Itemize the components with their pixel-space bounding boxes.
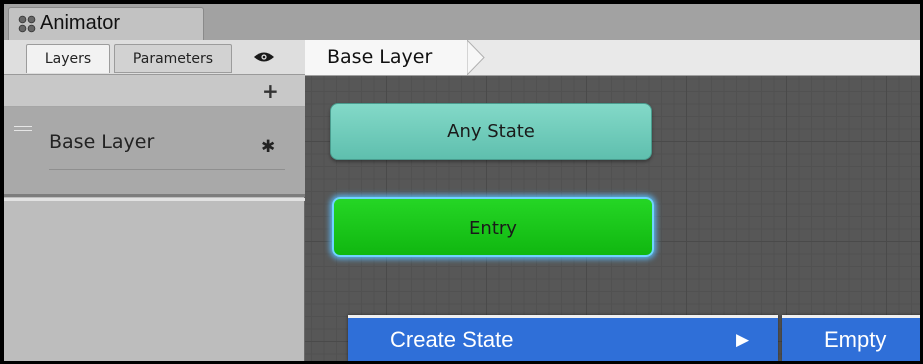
state-node-any-state[interactable]: Any State	[330, 103, 652, 160]
context-submenu: Empty	[782, 315, 920, 361]
breadcrumb-arrow-icon	[467, 40, 485, 75]
context-menu: Create State ▶	[348, 315, 778, 361]
panel-tab-bar: Layers Parameters	[4, 40, 305, 75]
divider	[4, 198, 305, 201]
state-node-entry[interactable]: Entry	[332, 197, 654, 257]
animator-icon	[18, 15, 36, 33]
state-machine-graph[interactable]: Base Layer Any State Entry	[305, 40, 920, 361]
breadcrumb-base-layer[interactable]: Base Layer	[305, 40, 467, 75]
eye-icon[interactable]	[253, 50, 275, 64]
animator-window-tab[interactable]: Animator	[8, 7, 204, 40]
layer-toolbar: +	[4, 75, 305, 107]
layer-item-base-layer[interactable]: Base Layer ✱	[4, 107, 305, 197]
tab-layers[interactable]: Layers	[26, 44, 110, 73]
gear-icon[interactable]: ✱	[261, 137, 275, 157]
layer-name: Base Layer	[49, 131, 155, 153]
plus-icon[interactable]: +	[262, 79, 279, 103]
window-title: Animator	[40, 12, 121, 34]
submenu-arrow-icon: ▶	[736, 330, 750, 350]
window-tab-strip: Animator	[4, 4, 920, 40]
tab-parameters[interactable]: Parameters	[114, 44, 232, 73]
menu-item-create-state[interactable]: Create State ▶	[348, 318, 778, 361]
drag-handle-icon[interactable]	[14, 126, 32, 132]
layer-weight-bar	[49, 169, 285, 170]
layers-panel: Layers Parameters + Base Layer ✱	[4, 40, 305, 361]
menu-item-label: Create State	[390, 327, 514, 352]
submenu-item-label: Empty	[824, 327, 887, 352]
breadcrumb: Base Layer	[305, 40, 920, 76]
menu-item-empty[interactable]: Empty	[782, 318, 920, 361]
animator-window: Animator Layers Parameters + Base Layer …	[4, 4, 920, 361]
